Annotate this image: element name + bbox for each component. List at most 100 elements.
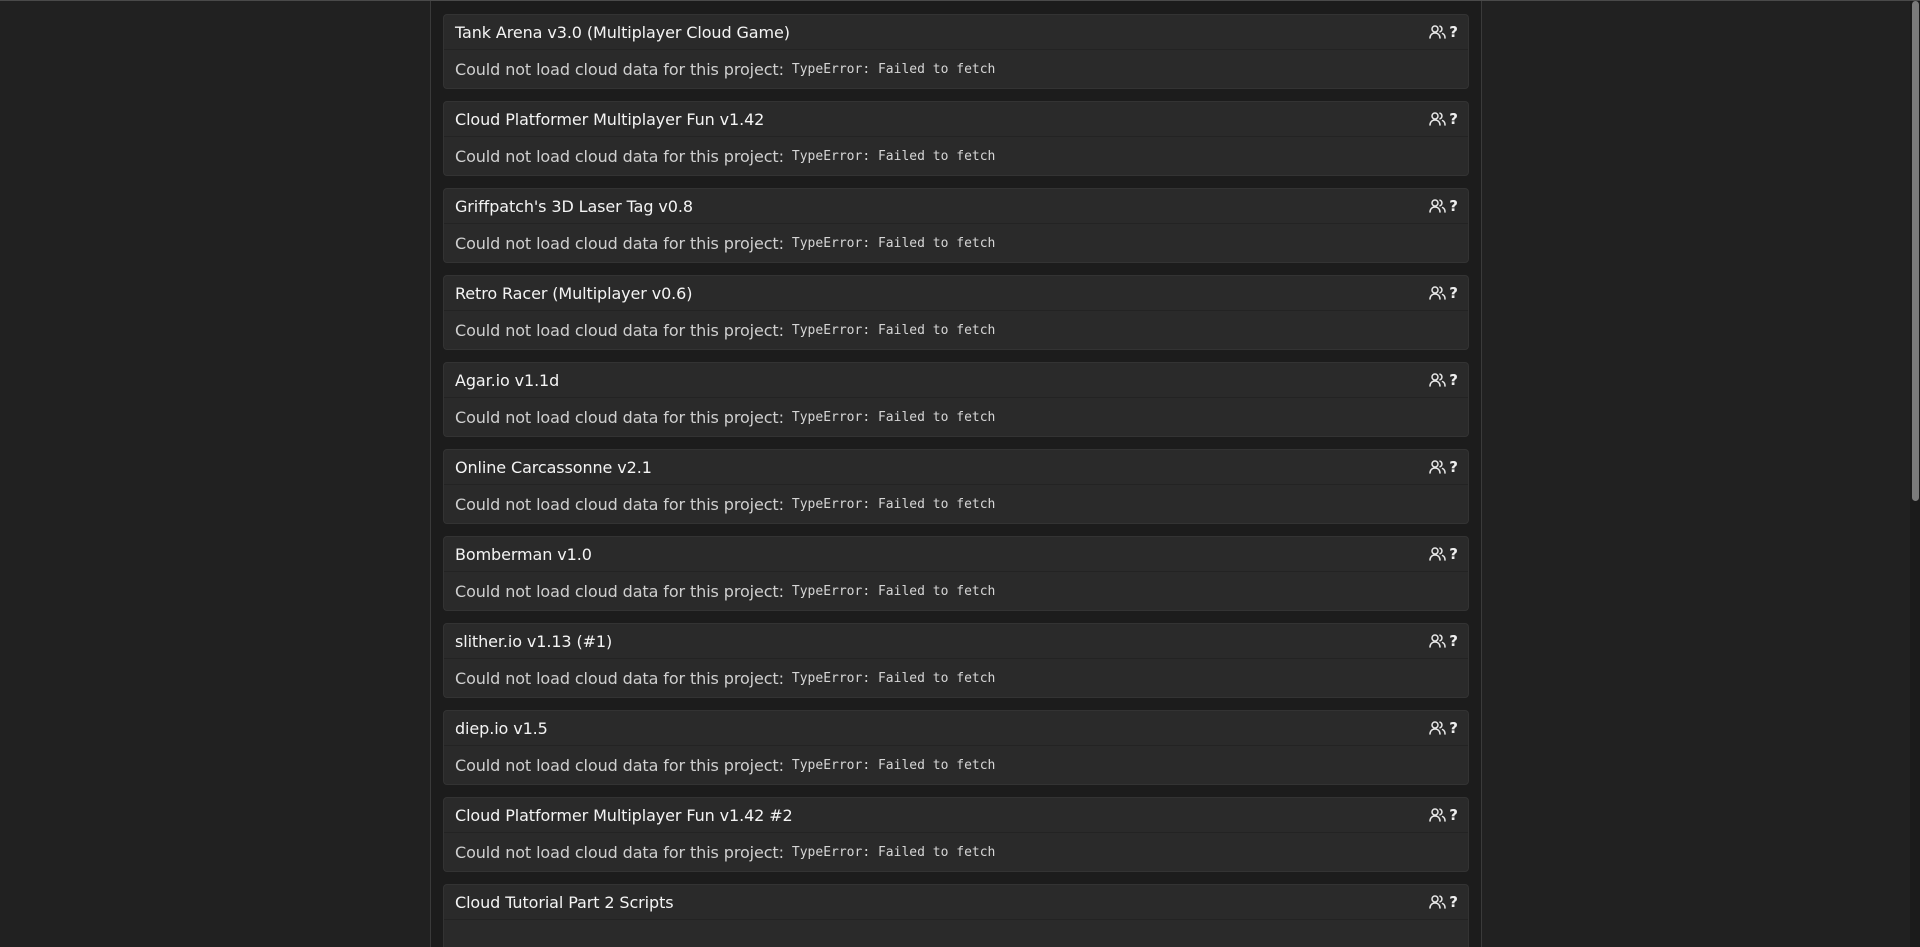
project-card-header: Cloud Platformer Multiplayer Fun v1.42 #… — [444, 798, 1468, 833]
users-icon[interactable] — [1429, 460, 1447, 474]
error-message: TypeError: Failed to fetch — [791, 235, 996, 251]
question-icon[interactable]: ? — [1449, 110, 1458, 128]
project-icons: ? — [1429, 197, 1458, 215]
project-icons: ? — [1429, 371, 1458, 389]
project-icons: ? — [1429, 545, 1458, 563]
project-card: Agar.io v1.1d ? Could not load cloud dat… — [443, 362, 1469, 437]
project-card-header: Online Carcassonne v2.1 ? — [444, 450, 1468, 485]
error-message: TypeError: Failed to fetch — [791, 496, 996, 512]
error-message: TypeError: Failed to fetch — [791, 844, 996, 860]
project-title: Cloud Platformer Multiplayer Fun v1.42 #… — [455, 805, 793, 825]
project-card: diep.io v1.5 ? Could not load cloud data… — [443, 710, 1469, 785]
project-title: diep.io v1.5 — [455, 718, 548, 738]
project-icons: ? — [1429, 284, 1458, 302]
project-title: Retro Racer (Multiplayer v0.6) — [455, 283, 693, 303]
users-icon[interactable] — [1429, 112, 1447, 126]
error-message: TypeError: Failed to fetch — [791, 409, 996, 425]
cloud-status-message: Could not load cloud data for this proje… — [455, 320, 784, 340]
project-card: Cloud Platformer Multiplayer Fun v1.42 ?… — [443, 101, 1469, 176]
project-icons: ? — [1429, 23, 1458, 41]
project-title: Agar.io v1.1d — [455, 370, 560, 390]
project-card: Bomberman v1.0 ? Could not load cloud da… — [443, 536, 1469, 611]
project-title: slither.io v1.13 (#1) — [455, 631, 613, 651]
cloud-status-message: Could not load cloud data for this proje… — [455, 668, 784, 688]
project-card-body: Could not load cloud data for this proje… — [444, 485, 1468, 523]
project-icons: ? — [1429, 458, 1458, 476]
error-message: TypeError: Failed to fetch — [791, 61, 996, 77]
cloud-status-message: Could not load cloud data for this proje… — [455, 755, 784, 775]
users-icon[interactable] — [1429, 721, 1447, 735]
project-card: Tank Arena v3.0 (Multiplayer Cloud Game)… — [443, 14, 1469, 89]
question-icon[interactable]: ? — [1449, 632, 1458, 650]
project-title: Bomberman v1.0 — [455, 544, 592, 564]
error-message: TypeError: Failed to fetch — [791, 583, 996, 599]
project-card-body: Could not load cloud data for this proje… — [444, 659, 1468, 697]
project-card-header: slither.io v1.13 (#1) ? — [444, 624, 1468, 659]
cloud-status-message: Could not load cloud data for this proje… — [455, 581, 784, 601]
project-card: slither.io v1.13 (#1) ? Could not load c… — [443, 623, 1469, 698]
project-title: Griffpatch's 3D Laser Tag v0.8 — [455, 196, 693, 216]
users-icon[interactable] — [1429, 373, 1447, 387]
project-list-panel: Tank Arena v3.0 (Multiplayer Cloud Game)… — [430, 1, 1482, 947]
project-card-body: Could not load cloud data for this proje… — [444, 746, 1468, 784]
page: Tank Arena v3.0 (Multiplayer Cloud Game)… — [0, 0, 1920, 947]
project-card-header: Cloud Platformer Multiplayer Fun v1.42 ? — [444, 102, 1468, 137]
project-card-header: Bomberman v1.0 ? — [444, 537, 1468, 572]
users-icon[interactable] — [1429, 199, 1447, 213]
users-icon[interactable] — [1429, 895, 1447, 909]
project-card-body: Could not load cloud data for this proje… — [444, 398, 1468, 436]
scrollbar[interactable] — [1910, 1, 1920, 947]
question-icon[interactable]: ? — [1449, 806, 1458, 824]
project-card-body: Could not load cloud data for this proje… — [444, 833, 1468, 871]
question-icon[interactable]: ? — [1449, 893, 1458, 911]
project-card-body: Could not load cloud data for this proje… — [444, 311, 1468, 349]
cloud-status-message: Could not load cloud data for this proje… — [455, 407, 784, 427]
question-icon[interactable]: ? — [1449, 197, 1458, 215]
project-card-body: Could not load cloud data for this proje… — [444, 224, 1468, 262]
users-icon[interactable] — [1429, 25, 1447, 39]
project-title: Online Carcassonne v2.1 — [455, 457, 652, 477]
question-icon[interactable]: ? — [1449, 545, 1458, 563]
error-message: TypeError: Failed to fetch — [791, 322, 996, 338]
project-title: Cloud Tutorial Part 2 Scripts — [455, 892, 674, 912]
users-icon[interactable] — [1429, 808, 1447, 822]
question-icon[interactable]: ? — [1449, 719, 1458, 737]
project-icons: ? — [1429, 719, 1458, 737]
project-card-body: Could not load cloud data for this proje… — [444, 137, 1468, 175]
project-icons: ? — [1429, 632, 1458, 650]
project-icons: ? — [1429, 893, 1458, 911]
users-icon[interactable] — [1429, 634, 1447, 648]
project-title: Cloud Platformer Multiplayer Fun v1.42 — [455, 109, 765, 129]
project-icons: ? — [1429, 110, 1458, 128]
project-card-body — [444, 920, 1468, 947]
users-icon[interactable] — [1429, 547, 1447, 561]
project-card: Online Carcassonne v2.1 ? Could not load… — [443, 449, 1469, 524]
project-card-header: Retro Racer (Multiplayer v0.6) ? — [444, 276, 1468, 311]
cloud-status-message: Could not load cloud data for this proje… — [455, 494, 784, 514]
cloud-status-message: Could not load cloud data for this proje… — [455, 842, 784, 862]
cloud-status-message: Could not load cloud data for this proje… — [455, 59, 784, 79]
question-icon[interactable]: ? — [1449, 284, 1458, 302]
project-card: Griffpatch's 3D Laser Tag v0.8 ? Could n… — [443, 188, 1469, 263]
project-card-header: Agar.io v1.1d ? — [444, 363, 1468, 398]
scrollbar-thumb[interactable] — [1912, 1, 1919, 501]
question-icon[interactable]: ? — [1449, 23, 1458, 41]
project-card-header: Cloud Tutorial Part 2 Scripts ? — [444, 885, 1468, 920]
project-card: Retro Racer (Multiplayer v0.6) ? Could n… — [443, 275, 1469, 350]
project-card-header: Griffpatch's 3D Laser Tag v0.8 ? — [444, 189, 1468, 224]
project-card-body: Could not load cloud data for this proje… — [444, 50, 1468, 88]
project-card: Cloud Tutorial Part 2 Scripts ? — [443, 884, 1469, 947]
project-card: Cloud Platformer Multiplayer Fun v1.42 #… — [443, 797, 1469, 872]
question-icon[interactable]: ? — [1449, 458, 1458, 476]
users-icon[interactable] — [1429, 286, 1447, 300]
project-card-body: Could not load cloud data for this proje… — [444, 572, 1468, 610]
project-list: Tank Arena v3.0 (Multiplayer Cloud Game)… — [443, 14, 1469, 947]
project-icons: ? — [1429, 806, 1458, 824]
question-icon[interactable]: ? — [1449, 371, 1458, 389]
project-card-header: diep.io v1.5 ? — [444, 711, 1468, 746]
error-message: TypeError: Failed to fetch — [791, 148, 996, 164]
cloud-status-message: Could not load cloud data for this proje… — [455, 146, 784, 166]
project-title: Tank Arena v3.0 (Multiplayer Cloud Game) — [455, 22, 790, 42]
error-message: TypeError: Failed to fetch — [791, 757, 996, 773]
cloud-status-message: Could not load cloud data for this proje… — [455, 233, 784, 253]
